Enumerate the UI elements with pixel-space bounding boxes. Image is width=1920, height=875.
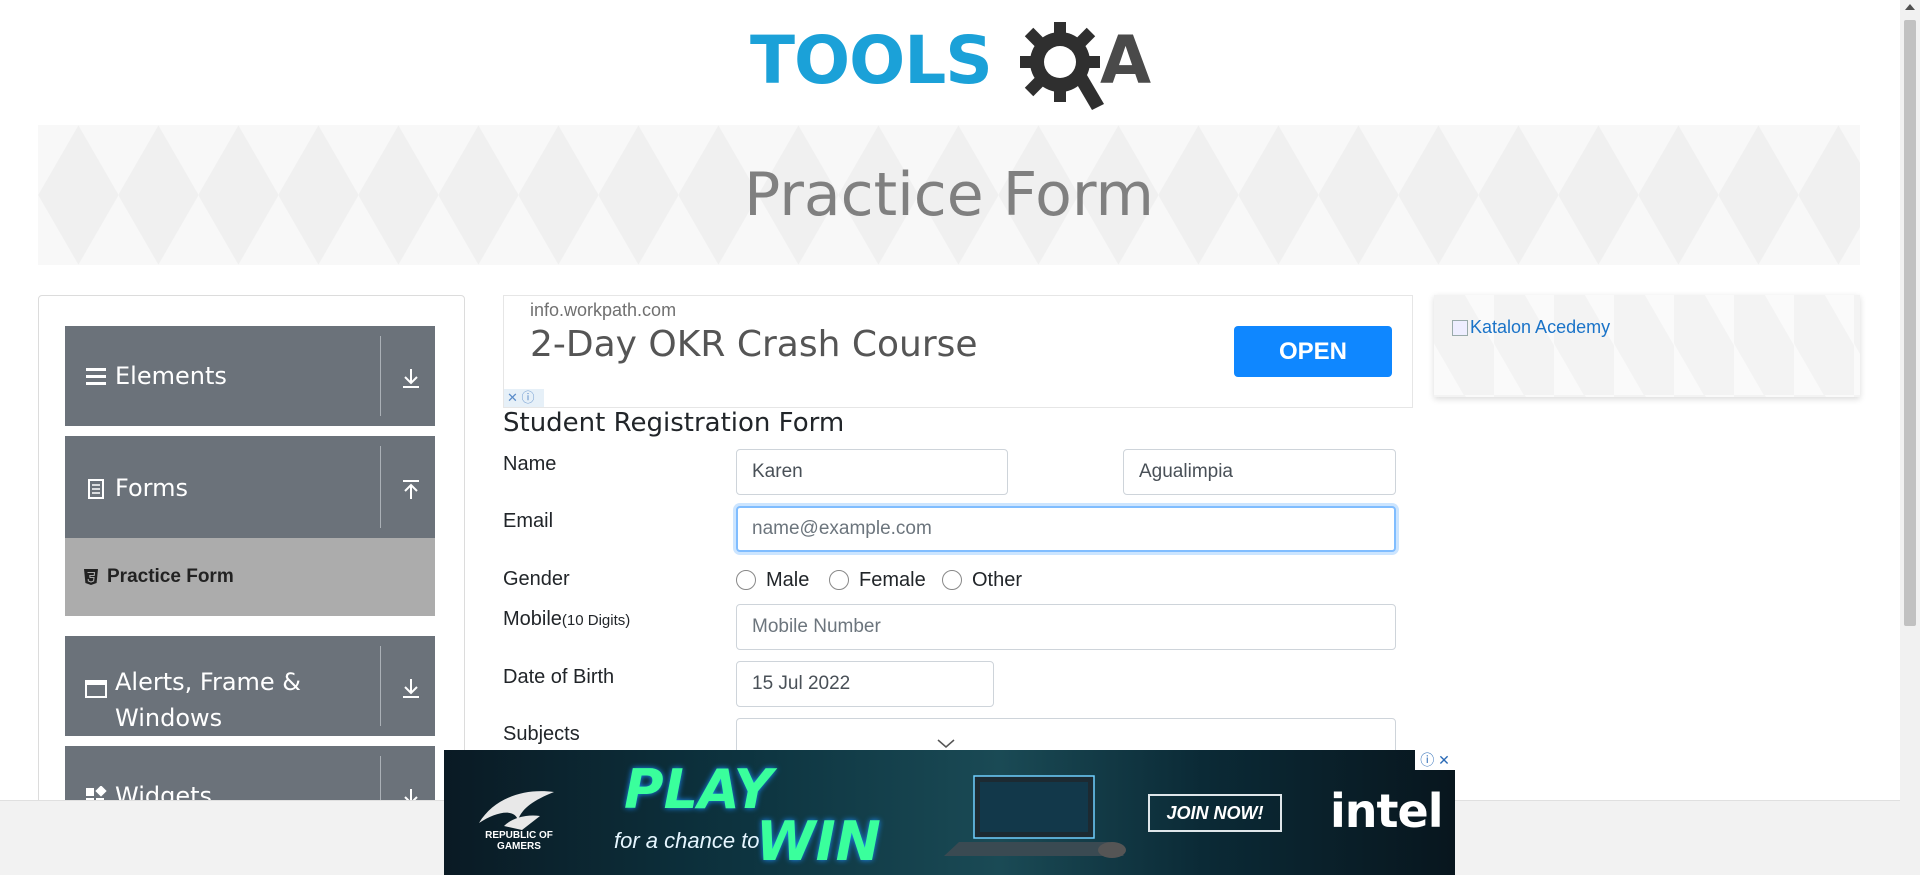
vertical-scrollbar[interactable]: [1900, 0, 1920, 875]
sidebar-group-label-line2: Windows: [115, 704, 223, 732]
logo-a: A: [1100, 22, 1152, 99]
sidebar: Elements Forms Practice Form Alerts, Fra…: [38, 295, 465, 875]
page-title: Practice Form: [744, 160, 1154, 230]
ad-katalon[interactable]: Katalon Acedemy: [1434, 295, 1860, 397]
radio-circle: [736, 570, 756, 590]
radio-label: Female: [859, 568, 926, 591]
mobile-hint: (10 Digits): [561, 612, 631, 629]
sidebar-group-label: Forms: [115, 474, 188, 502]
intel-logo: intel: [1330, 784, 1443, 838]
toolsqa-logo[interactable]: TOOLS A: [750, 18, 1155, 114]
sidebar-group-elements[interactable]: Elements: [65, 326, 435, 426]
radio-circle: [942, 570, 962, 590]
email-label: Email: [503, 510, 554, 532]
subjects-label: Subjects: [503, 723, 580, 745]
dob-label: Date of Birth: [503, 666, 615, 688]
ad-banner-top[interactable]: info.workpath.com 2-Day OKR Crash Course…: [503, 295, 1413, 408]
hamburger-icon: [86, 368, 106, 385]
divider: [380, 646, 381, 726]
join-now-button[interactable]: JOIN NOW!: [1148, 794, 1282, 832]
broken-image-icon: [1452, 319, 1468, 336]
chevron-down-icon: [937, 739, 955, 748]
scroll-up-arrow-icon[interactable]: [1905, 4, 1915, 10]
radio-label: Other: [972, 568, 1023, 591]
broken-image-alt: Katalon Acedemy: [1470, 317, 1611, 337]
sidebar-group-label: Elements: [115, 362, 227, 390]
divider: [380, 446, 381, 528]
gender-radio-female[interactable]: Female: [829, 568, 926, 592]
sidebar-group-forms[interactable]: Forms: [65, 436, 435, 538]
gender-radio-male[interactable]: Male: [736, 568, 809, 592]
dob-input[interactable]: 15 Jul 2022: [736, 661, 994, 707]
logo-text: TOOLS: [750, 22, 993, 99]
page-banner: Practice Form: [38, 125, 1860, 265]
ad-play-text: PLAY: [624, 758, 773, 821]
ad-win-text: WIN: [756, 810, 881, 873]
download-arrow-icon: [403, 679, 419, 698]
ad-headline: 2-Day OKR Crash Course: [530, 324, 978, 365]
sidebar-item-practice-form[interactable]: Practice Form: [65, 538, 435, 616]
html5-icon: [84, 569, 98, 585]
laptop-image-icon: [944, 775, 1126, 858]
first-name-input[interactable]: Karen: [736, 449, 1008, 495]
mobile-label: Mobile(10 Digits): [503, 608, 630, 631]
ad-open-button[interactable]: OPEN: [1234, 326, 1392, 377]
radio-circle: [829, 570, 849, 590]
radio-label: Male: [766, 568, 810, 591]
sidebar-group-label-line1: Alerts, Frame &: [115, 668, 302, 696]
mobile-input[interactable]: Mobile Number: [736, 604, 1396, 650]
email-input[interactable]: name@example.com: [736, 506, 1396, 552]
gender-label: Gender: [503, 568, 570, 590]
gender-radio-other[interactable]: Other: [942, 568, 1022, 592]
sidebar-group-alerts[interactable]: Alerts, Frame & Windows: [65, 636, 435, 736]
ad-close-info-icon[interactable]: ✕ ⓘ: [504, 389, 544, 407]
form-title: Student Registration Form: [503, 408, 845, 438]
download-arrow-icon: [403, 369, 419, 388]
window-icon: [85, 680, 107, 698]
ad-domain: info.workpath.com: [530, 300, 677, 320]
ad-chance-text: for a chance to: [614, 828, 760, 853]
scrollbar-thumb[interactable]: [1904, 20, 1916, 626]
name-label: Name: [503, 453, 557, 475]
divider: [380, 336, 381, 416]
gear-q-icon: [1020, 22, 1104, 110]
last-name-input[interactable]: Agualimpia: [1123, 449, 1396, 495]
broken-image-link[interactable]: Katalon Acedemy: [1452, 317, 1610, 338]
mobile-label-text: Mobile: [503, 608, 562, 630]
document-icon: [88, 479, 104, 499]
ad-banner-bottom[interactable]: REPUBLIC OF GAMERS PLAY for a chance to …: [444, 750, 1455, 875]
rog-subtitle: REPUBLIC OF GAMERS: [485, 830, 553, 852]
upload-arrow-icon: [403, 480, 419, 499]
sidebar-item-label: Practice Form: [107, 566, 234, 587]
ad-choices-icon[interactable]: ⓘ ✕: [1415, 750, 1455, 770]
